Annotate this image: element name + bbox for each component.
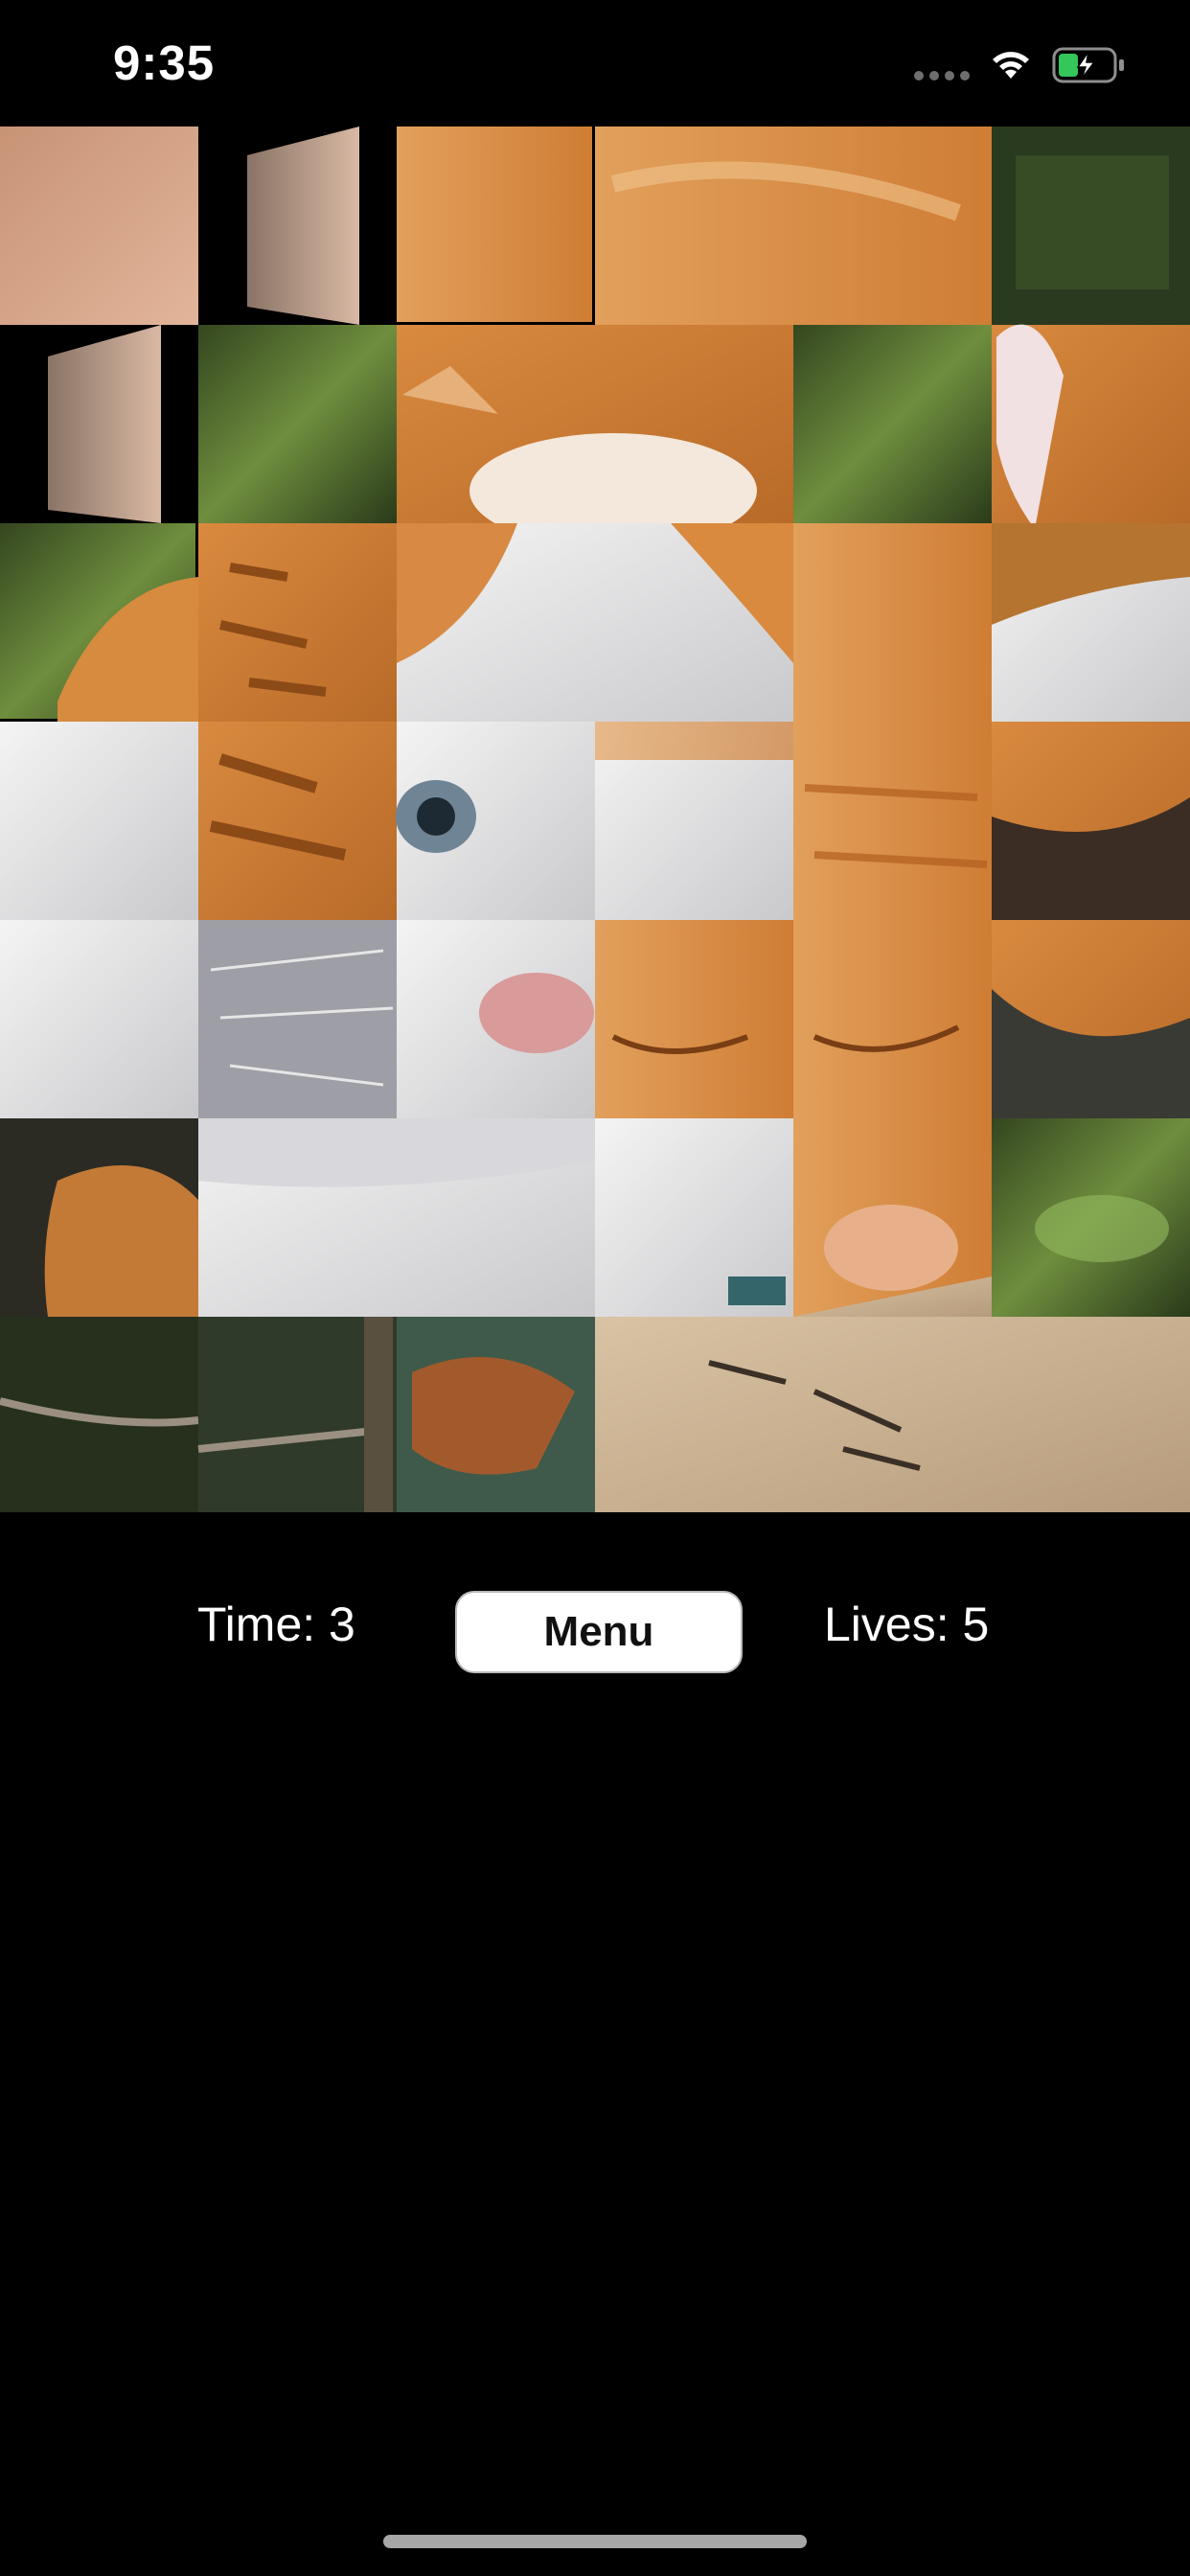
battery-charging-icon <box>1052 47 1124 83</box>
signal-dots-icon <box>914 71 970 82</box>
wifi-icon <box>993 52 1029 79</box>
puzzle-image <box>0 126 1190 1512</box>
status-time: 9:35 <box>113 35 216 90</box>
game-controls: Time: 3 Menu Lives: 5 <box>0 1572 1190 1677</box>
lives-label: Lives: 5 <box>824 1598 990 1651</box>
puzzle-board[interactable] <box>0 126 1190 1512</box>
home-indicator[interactable] <box>383 2535 807 2548</box>
game-screen: 9:35 Time: 3 Menu Lives: 5 <box>0 0 1190 2576</box>
time-label: Time: 3 <box>197 1598 355 1651</box>
status-bar: 9:35 <box>0 0 1190 126</box>
menu-button[interactable]: Menu <box>455 1591 743 1673</box>
